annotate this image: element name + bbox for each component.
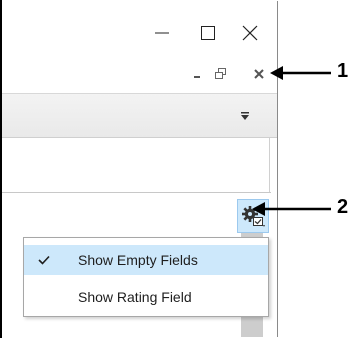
mdi-minimize-button[interactable] — [187, 64, 207, 84]
arrow-1 — [270, 66, 331, 80]
options-menu: Show Empty Fields Show Rating Field — [23, 237, 269, 317]
mdi-minimize-icon — [194, 76, 200, 78]
pane-border — [269, 138, 270, 193]
ribbon-band — [1, 94, 277, 138]
menu-item-label: Show Rating Field — [78, 289, 192, 305]
minimize-icon — [155, 32, 169, 34]
mdi-close-button[interactable] — [249, 64, 269, 84]
window-left-edge — [0, 0, 2, 338]
callout-number-2: 2 — [337, 196, 349, 218]
callout-number-1: 1 — [337, 60, 349, 82]
checkmark-icon — [34, 245, 54, 275]
customize-arrow-icon — [241, 112, 249, 120]
mdi-close-icon — [254, 69, 264, 79]
mdi-restore-button[interactable] — [211, 64, 231, 84]
menu-item-show-rating-field[interactable]: Show Rating Field — [24, 282, 268, 312]
customize-arrow-button[interactable] — [237, 108, 253, 124]
minimize-button[interactable] — [142, 13, 182, 53]
application-window: Show Empty Fields Show Rating Field — [1, 1, 278, 337]
maximize-button[interactable] — [188, 13, 228, 53]
maximize-icon — [201, 26, 215, 40]
gear-options-button[interactable] — [237, 199, 269, 233]
menu-item-label: Show Empty Fields — [78, 252, 198, 268]
mdi-restore-icon — [215, 68, 226, 79]
close-icon — [242, 25, 258, 41]
menu-item-show-empty-fields[interactable]: Show Empty Fields — [24, 245, 268, 275]
gear-options-icon — [242, 206, 265, 227]
close-button[interactable] — [230, 13, 270, 53]
panel-divider — [1, 192, 271, 193]
